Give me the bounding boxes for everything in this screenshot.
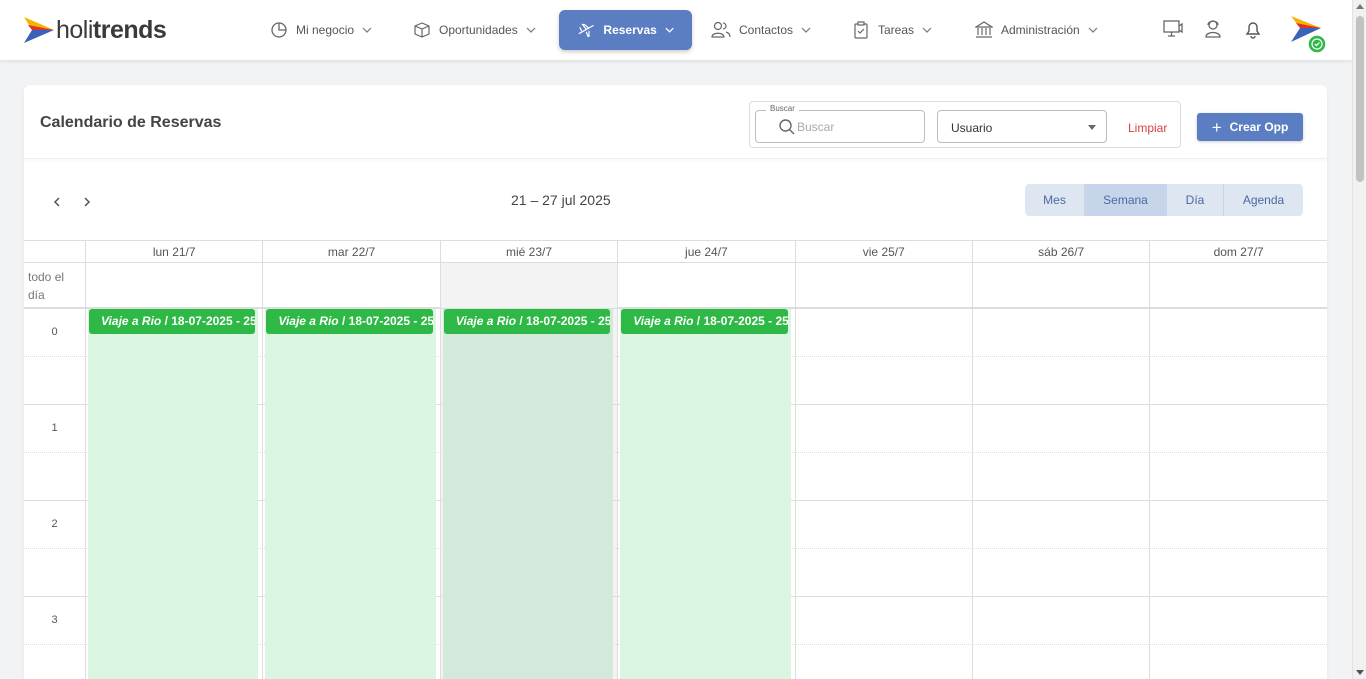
half-hour-gridline <box>24 356 85 357</box>
logo-plane-icon <box>24 17 54 43</box>
calendar-card: Calendario de Reservas Buscar Usuario Li… <box>24 85 1327 679</box>
hour-label: 3 <box>51 614 58 626</box>
card-header: Calendario de Reservas Buscar Usuario Li… <box>24 85 1327 159</box>
clipboard-check-icon <box>854 21 868 39</box>
day-column-divider <box>1149 263 1151 679</box>
event-chip[interactable]: Viaje a Rio / 18-07-2025 - 25 <box>443 309 611 334</box>
scroll-thumb[interactable] <box>1356 16 1364 182</box>
search-icon <box>779 119 795 135</box>
view-agenda-button[interactable]: Agenda <box>1224 184 1303 216</box>
day-header[interactable]: mar 22/7 <box>262 241 439 263</box>
bell-icon[interactable] <box>1242 18 1264 40</box>
search-legend: Buscar <box>766 104 799 113</box>
day-header[interactable]: sáb 26/7 <box>972 241 1149 263</box>
event-span[interactable] <box>620 309 791 679</box>
scroll-up-icon[interactable] <box>1356 4 1364 9</box>
page-title: Calendario de Reservas <box>40 114 222 131</box>
event-span[interactable] <box>442 309 614 679</box>
search-input[interactable] <box>797 118 917 136</box>
event-span[interactable] <box>265 309 436 679</box>
view-week-button[interactable]: Semana <box>1085 184 1167 216</box>
chevron-down-icon <box>1088 27 1098 33</box>
chevron-down-icon <box>665 27 674 33</box>
day-header[interactable]: jue 24/7 <box>617 241 794 263</box>
nav-mi-negocio[interactable]: Mi negocio <box>270 10 372 50</box>
user-select[interactable]: Usuario <box>937 110 1107 143</box>
plane-icon <box>578 23 594 38</box>
box-icon <box>414 22 430 38</box>
date-range-label: 21 – 27 jul 2025 <box>511 192 611 208</box>
event-chip[interactable]: Viaje a Rio / 18-07-2025 - 25 <box>89 309 256 334</box>
week-calendar: lun 21/7 mar 22/7 mié 23/7 jue 24/7 vie 25/7… <box>24 240 1327 679</box>
day-header[interactable]: lun 21/7 <box>85 241 262 263</box>
day-column-divider <box>972 263 973 679</box>
scroll-down-icon[interactable] <box>1356 670 1364 675</box>
calendar-header: lun 21/7 mar 22/7 mié 23/7 jue 24/7 vie 25/7… <box>24 240 1327 263</box>
avatar[interactable] <box>1291 14 1327 54</box>
filter-box: Buscar Usuario Limpiar <box>749 101 1181 148</box>
view-month-button[interactable]: Mes <box>1025 184 1085 216</box>
day-header[interactable]: vie 25/7 <box>794 241 972 263</box>
create-opp-button[interactable]: + Crear Opp <box>1197 113 1303 141</box>
hour-label: 1 <box>51 422 58 434</box>
day-column-divider <box>794 263 796 679</box>
allday-row: todo el día <box>24 263 1327 308</box>
half-hour-gridline <box>24 452 85 453</box>
bank-icon <box>975 21 993 38</box>
nav-oportunidades[interactable]: Oportunidades <box>413 10 536 50</box>
nav-contactos[interactable]: Contactos <box>711 10 811 50</box>
day-column-divider <box>617 263 619 679</box>
half-hour-gridline <box>24 644 85 645</box>
day-column-divider <box>262 263 264 679</box>
next-week-button[interactable] <box>80 195 94 209</box>
event-detail: / 18-07-2025 - 25 <box>161 314 256 328</box>
event-title: Viaje a Rio <box>455 314 517 328</box>
holitrends-logo[interactable]: holitrends <box>24 15 167 45</box>
event-span[interactable] <box>88 309 259 679</box>
event-title: Viaje a Rio <box>101 314 162 328</box>
event-title: Viaje a Rio <box>278 314 339 328</box>
hour-label: 2 <box>51 518 58 530</box>
event-detail: / 18-07-2025 - 25 <box>693 314 788 328</box>
view-day-button[interactable]: Día <box>1167 184 1224 216</box>
day-header[interactable]: mié 23/7 <box>439 241 617 263</box>
prev-week-button[interactable] <box>50 195 64 209</box>
clear-button[interactable]: Limpiar <box>1128 121 1167 135</box>
day-header[interactable]: dom 27/7 <box>1149 241 1326 263</box>
nav-tareas[interactable]: Tareas <box>852 10 932 50</box>
search-field[interactable]: Buscar <box>755 104 925 143</box>
chevron-down-icon <box>362 27 372 33</box>
pie-chart-icon <box>271 22 287 38</box>
support-agent-icon[interactable] <box>1202 18 1224 40</box>
plus-icon: + <box>1211 117 1222 137</box>
event-detail: / 18-07-2025 - 25 <box>516 314 611 328</box>
top-navbar: holitrends Mi negocio Oportunidades Rese… <box>0 0 1352 61</box>
event-chip[interactable]: Viaje a Rio / 18-07-2025 - 25 <box>621 309 788 334</box>
chevron-down-icon <box>801 27 811 33</box>
event-title: Viaje a Rio <box>633 314 694 328</box>
chevron-down-icon <box>922 27 932 33</box>
day-column-divider <box>439 263 441 679</box>
chevron-down-icon <box>526 27 536 33</box>
day-column-divider <box>85 263 86 679</box>
half-hour-gridline <box>24 548 85 549</box>
monitor-icon[interactable] <box>1162 18 1184 40</box>
nav-reservas[interactable]: Reservas <box>559 10 692 50</box>
hour-label: 0 <box>51 326 58 338</box>
event-detail: / 18-07-2025 - 25 <box>338 314 433 328</box>
allday-label: todo el día <box>28 270 65 302</box>
caret-down-icon <box>1088 125 1096 130</box>
users-icon <box>711 21 731 38</box>
event-chip[interactable]: Viaje a Rio / 18-07-2025 - 25 <box>266 309 433 334</box>
page-scrollbar[interactable] <box>1352 0 1366 679</box>
view-switcher: Mes Semana Día Agenda <box>1025 184 1303 216</box>
nav-administracion[interactable]: Administración <box>975 10 1098 50</box>
